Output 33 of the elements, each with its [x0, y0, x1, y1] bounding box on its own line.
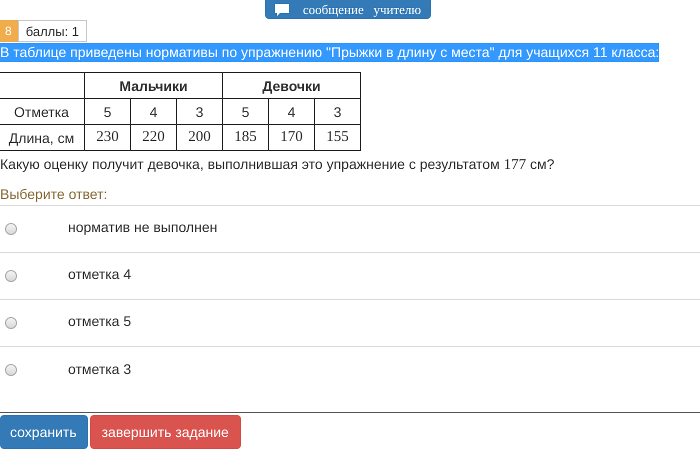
radio-button[interactable]	[5, 270, 17, 282]
save-button[interactable]: сохранить	[0, 415, 88, 449]
table-cell: 155	[314, 124, 360, 150]
table-cell: 220	[130, 124, 176, 150]
table-cell: 3	[176, 98, 222, 124]
table-cell: 170	[268, 124, 314, 150]
table-header-cell: Девочки	[222, 72, 360, 98]
table-cell: Длина, см	[0, 124, 84, 150]
table-cell: 5	[222, 98, 268, 124]
option-label[interactable]: отметка 5	[68, 313, 132, 329]
table-cell: 4	[268, 98, 314, 124]
table-cell: 3	[314, 98, 360, 124]
radio-button[interactable]	[5, 222, 17, 234]
table-cell: 4	[130, 98, 176, 124]
table-cell: 230	[84, 124, 130, 150]
message-teacher-button[interactable]: сообщение учителю	[264, 0, 432, 19]
table-header-cell: Мальчики	[84, 72, 222, 98]
task-intro-text: В таблице приведены нормативы по упражнению "Прыжки в длину с места" для учащихся 11 класса:	[0, 43, 660, 62]
question-text: Какую оценку получит девочка, выполнившая это упражнение с результатом 177 см?	[0, 155, 556, 175]
table-cell: 5	[84, 98, 130, 124]
radio-button[interactable]	[5, 364, 17, 376]
answer-prompt: Выберите ответ:	[0, 185, 700, 206]
finish-button[interactable]: завершить задание	[90, 415, 241, 449]
speech-bubble-icon	[274, 4, 289, 16]
task-number-badge: 8	[0, 20, 18, 42]
option-label[interactable]: отметка 3	[68, 360, 132, 376]
radio-button[interactable]	[5, 316, 17, 328]
table-cell: 185	[222, 124, 268, 150]
table-cell: 200	[176, 124, 222, 150]
table-cell: Отметка	[0, 98, 84, 124]
option-label[interactable]: отметка 4	[68, 266, 132, 282]
option-label[interactable]: норматив не выполнен	[68, 219, 218, 235]
score-label: баллы: 1	[18, 20, 88, 42]
